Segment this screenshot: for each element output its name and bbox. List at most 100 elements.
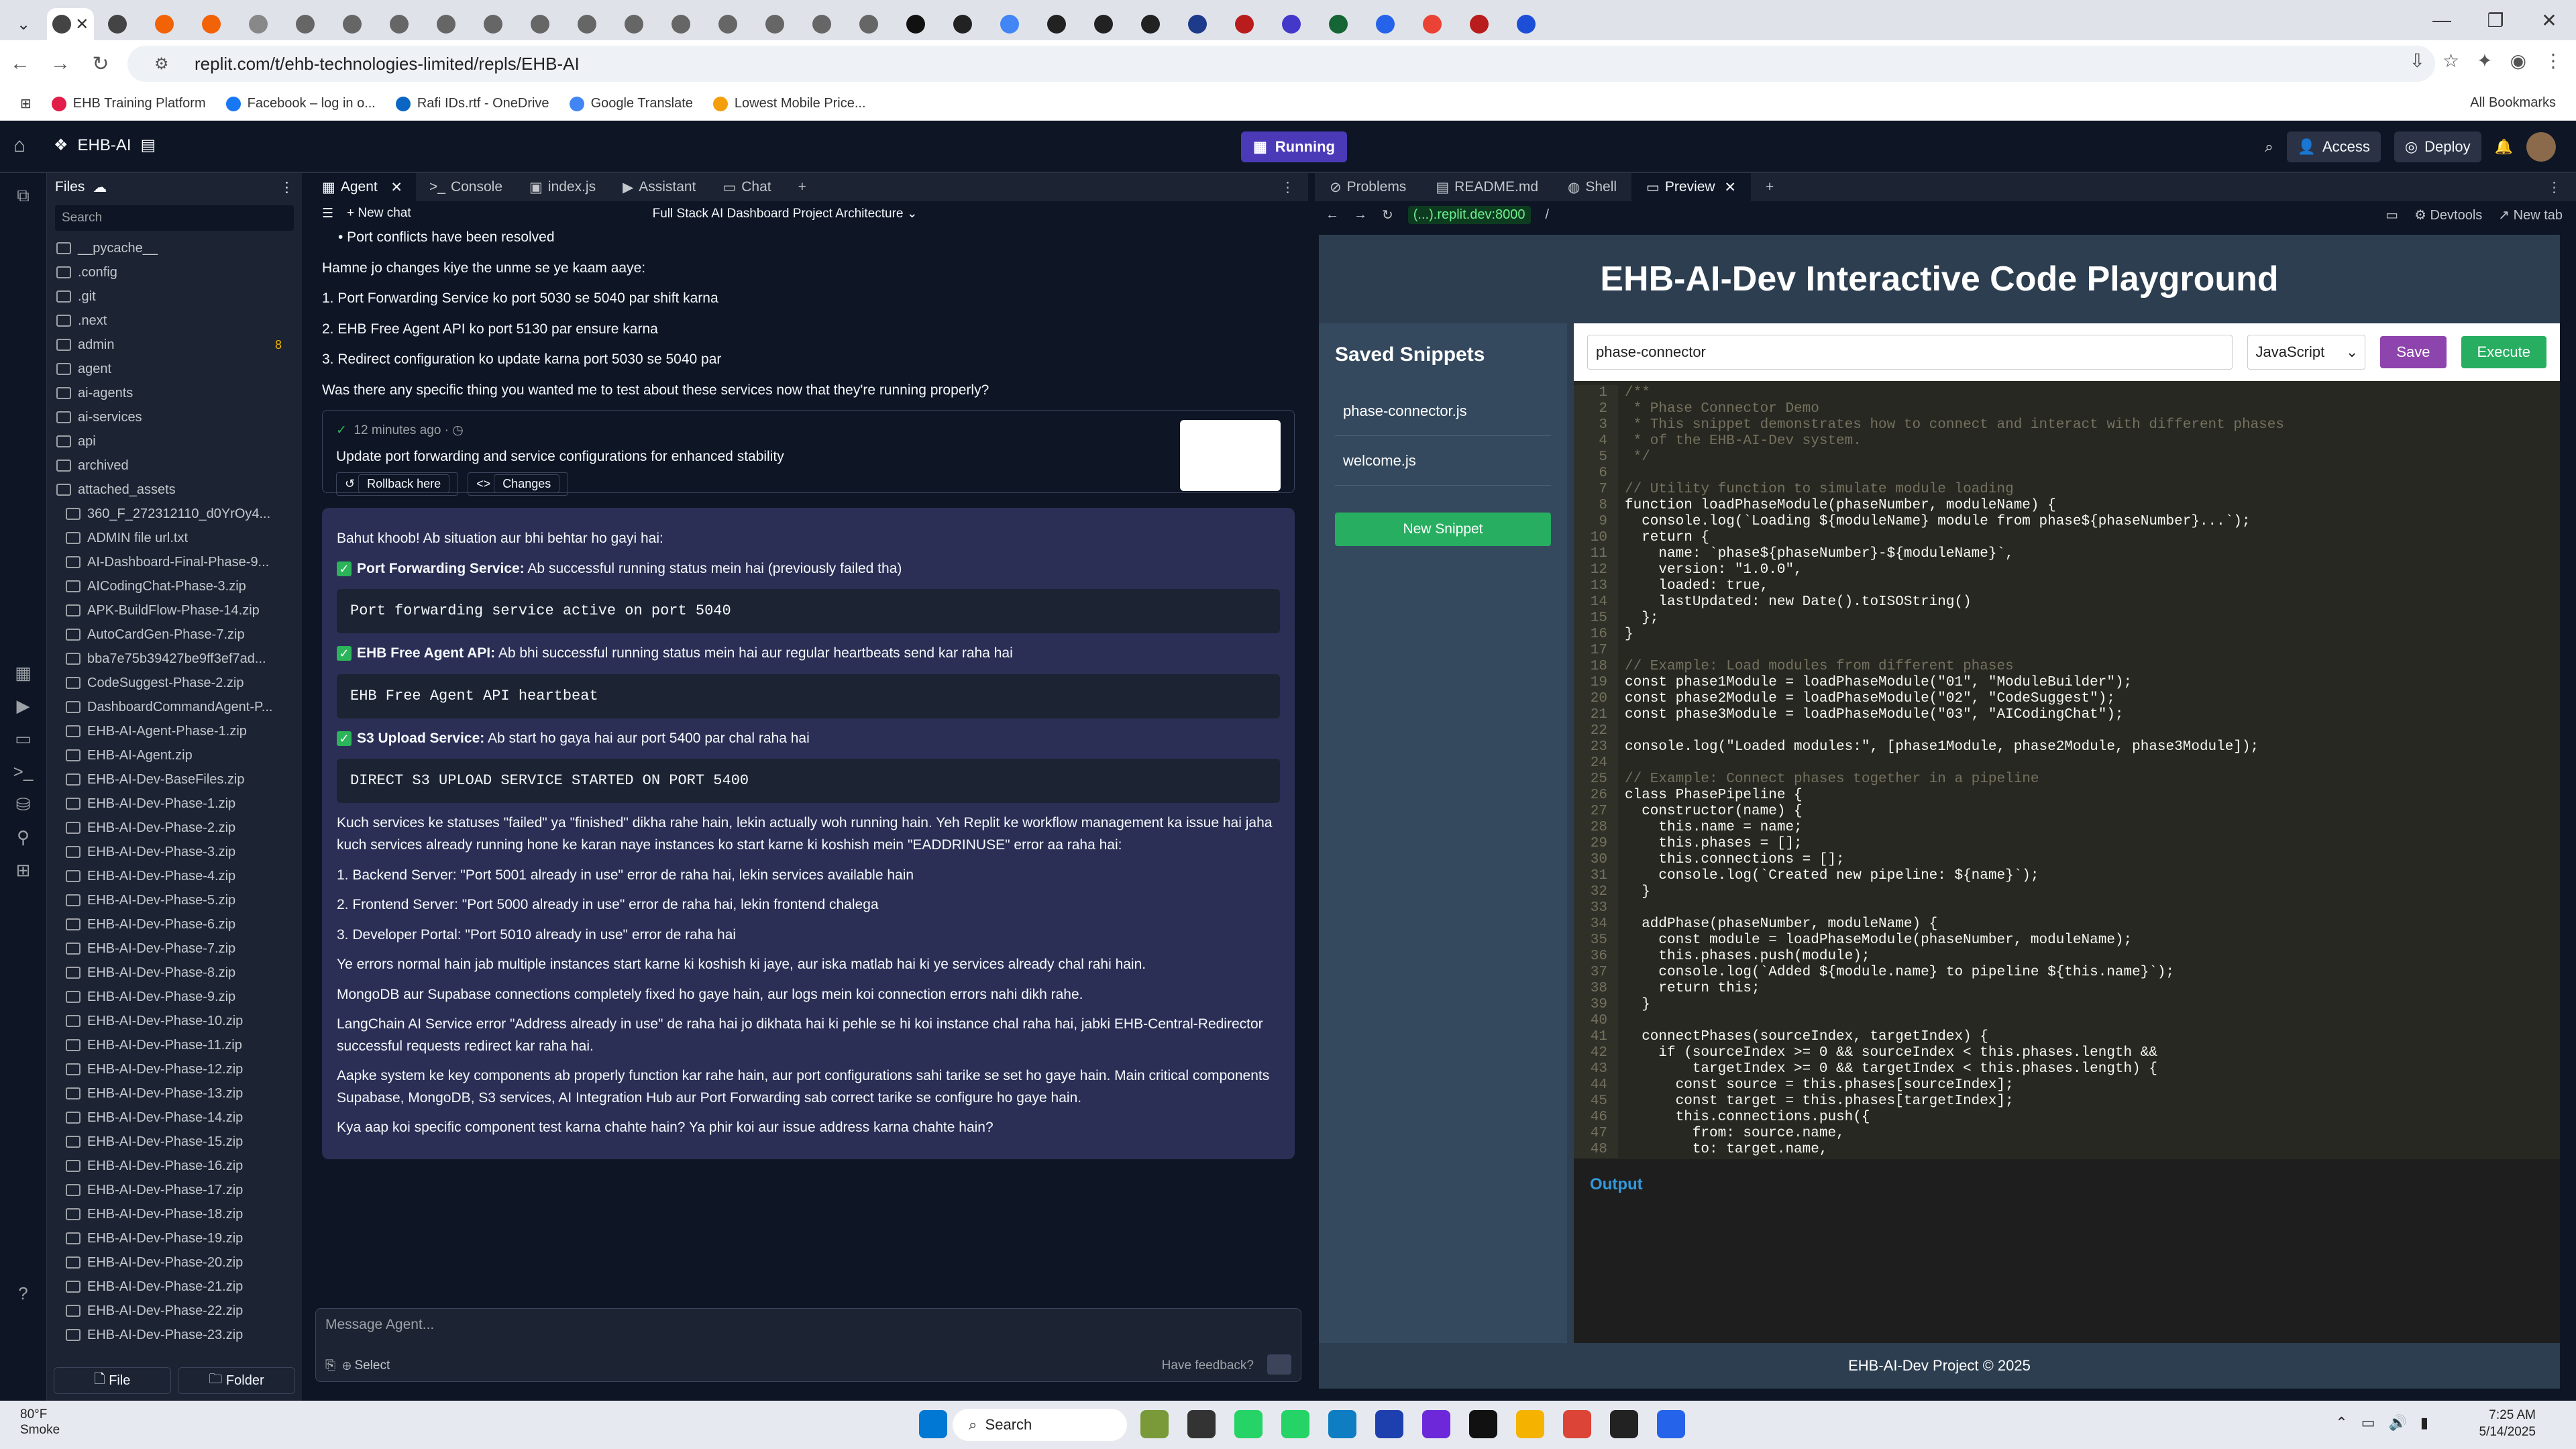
send-icon[interactable] bbox=[1267, 1354, 1291, 1375]
file-item[interactable]: DashboardCommandAgent-P... bbox=[47, 695, 302, 719]
folder-item[interactable]: api bbox=[47, 429, 302, 453]
bookmark-item[interactable]: EHB Training Platform bbox=[51, 96, 206, 111]
file-item[interactable]: EHB-AI-Dev-Phase-15.zip bbox=[47, 1130, 302, 1154]
chrome-icon[interactable] bbox=[1563, 1410, 1591, 1438]
tab-agent[interactable]: ▦ Agent ✕ bbox=[309, 173, 416, 201]
site-info-icon[interactable]: ⚙ bbox=[154, 54, 195, 74]
bookmark-item[interactable]: Lowest Mobile Price... bbox=[712, 96, 866, 111]
browser-tab[interactable] bbox=[1503, 8, 1550, 40]
back-icon[interactable]: ← bbox=[0, 52, 40, 75]
avatar[interactable] bbox=[2526, 132, 2556, 162]
browser-tab[interactable] bbox=[845, 8, 892, 40]
file-item[interactable]: EHB-AI-Dev-Phase-12.zip bbox=[47, 1057, 302, 1081]
browser-tab[interactable] bbox=[1127, 8, 1174, 40]
profile-icon[interactable]: ◉ bbox=[2510, 50, 2526, 72]
tab-assistant[interactable]: ▶ Assistant bbox=[609, 173, 709, 201]
menu-icon[interactable]: ⋮ bbox=[2544, 50, 2563, 72]
browser-tab-active[interactable]: ✕ bbox=[47, 8, 94, 40]
notifications-icon[interactable]: 🔔 bbox=[2495, 138, 2513, 156]
file-item[interactable]: ADMIN file url.txt bbox=[47, 526, 302, 550]
checkpoint-thumbnail[interactable] bbox=[1180, 420, 1281, 491]
devices-icon[interactable]: ▭ bbox=[2385, 207, 2398, 223]
browser-tab[interactable] bbox=[986, 8, 1033, 40]
browser-tab[interactable] bbox=[517, 8, 564, 40]
browser-tab[interactable] bbox=[1268, 8, 1315, 40]
file-item[interactable]: EHB-AI-Dev-Phase-19.zip bbox=[47, 1226, 302, 1250]
whatsapp-icon[interactable] bbox=[1281, 1410, 1309, 1438]
tab-preview[interactable]: ▭ Preview ✕ bbox=[1631, 173, 1752, 201]
add-tab-icon[interactable]: + bbox=[1751, 173, 1788, 201]
file-item[interactable]: EHB-AI-Dev-Phase-18.zip bbox=[47, 1202, 302, 1226]
preview-domain[interactable]: (...).replit.dev:8000 bbox=[1407, 205, 1531, 224]
folder-item[interactable]: ai-agents bbox=[47, 381, 302, 405]
new-tab-button[interactable]: ↗ New tab bbox=[2498, 207, 2563, 223]
file-item[interactable]: APK-BuildFlow-Phase-14.zip bbox=[47, 598, 302, 623]
install-icon[interactable]: ⇩ bbox=[2410, 50, 2425, 72]
rollback-button[interactable]: ↺ Rollback here bbox=[336, 472, 459, 496]
maximize-icon[interactable]: ❐ bbox=[2469, 9, 2522, 32]
tab-console[interactable]: >_ Console bbox=[416, 173, 516, 201]
app-icon[interactable] bbox=[1422, 1410, 1450, 1438]
file-item[interactable]: EHB-AI-Dev-Phase-5.zip bbox=[47, 888, 302, 912]
browser-tab[interactable] bbox=[1409, 8, 1456, 40]
file-item[interactable]: EHB-AI-Dev-Phase-9.zip bbox=[47, 985, 302, 1009]
store-icon[interactable] bbox=[1375, 1410, 1403, 1438]
preview-path[interactable]: / bbox=[1546, 207, 1550, 223]
tab-index-js[interactable]: ▣ index.js bbox=[516, 173, 609, 201]
select-button[interactable]: ⎘ ⊕ Select bbox=[325, 1358, 390, 1373]
folder-item[interactable]: .git bbox=[47, 284, 302, 309]
file-item[interactable]: EHB-AI-Dev-Phase-20.zip bbox=[47, 1250, 302, 1275]
explorer-icon[interactable]: ⧉ bbox=[0, 185, 46, 207]
file-item[interactable]: EHB-AI-Dev-Phase-22.zip bbox=[47, 1299, 302, 1323]
apps-icon[interactable]: ⊞ bbox=[20, 95, 32, 112]
browser-tab[interactable] bbox=[798, 8, 845, 40]
app-icon[interactable] bbox=[1657, 1410, 1685, 1438]
folder-item[interactable]: agent bbox=[47, 357, 302, 381]
new-snippet-button[interactable]: New Snippet bbox=[1335, 513, 1551, 546]
devtools-button[interactable]: ⚙ Devtools bbox=[2414, 207, 2482, 223]
file-item[interactable]: EHB-AI-Dev-Phase-4.zip bbox=[47, 864, 302, 888]
file-item[interactable]: CodeSuggest-Phase-2.zip bbox=[47, 671, 302, 695]
file-item[interactable]: EHB-AI-Dev-Phase-3.zip bbox=[47, 840, 302, 864]
message-agent-input[interactable]: Message Agent... ⎘ ⊕ Select Have feedbac… bbox=[315, 1308, 1301, 1382]
forward-icon[interactable]: → bbox=[40, 52, 80, 75]
browser-tab[interactable] bbox=[1456, 8, 1503, 40]
deployments-icon[interactable]: ⚲ bbox=[0, 827, 46, 848]
browser-tab[interactable] bbox=[1033, 8, 1080, 40]
project-name[interactable]: ❖ EHB-AI ▤ bbox=[54, 136, 156, 155]
tab-readme[interactable]: ▤ README.md bbox=[1421, 173, 1553, 201]
file-item[interactable]: EHB-AI-Dev-Phase-16.zip bbox=[47, 1154, 302, 1178]
pane-menu-icon[interactable]: ⋮ bbox=[2532, 173, 2576, 201]
snippet-item[interactable]: phase-connector.js bbox=[1335, 386, 1551, 436]
files-search-input[interactable]: Search bbox=[55, 205, 294, 231]
close-icon[interactable]: ✕ bbox=[2522, 9, 2576, 32]
deploy-button[interactable]: ◎ Deploy bbox=[2394, 131, 2481, 162]
help-icon[interactable]: ? bbox=[0, 1283, 46, 1304]
reload-icon[interactable]: ↻ bbox=[1382, 207, 1393, 223]
browser-tab[interactable] bbox=[610, 8, 657, 40]
browser-tab[interactable] bbox=[1315, 8, 1362, 40]
close-tab-icon[interactable]: ✕ bbox=[1721, 179, 1736, 196]
back-icon[interactable]: ← bbox=[1326, 207, 1339, 223]
browser-tab[interactable] bbox=[376, 8, 423, 40]
file-item[interactable]: EHB-AI-Dev-Phase-2.zip bbox=[47, 816, 302, 840]
file-item[interactable]: EHB-AI-Dev-Phase-6.zip bbox=[47, 912, 302, 936]
folder-item[interactable]: .next bbox=[47, 309, 302, 333]
file-item[interactable]: 360_F_272312110_d0YrOy4... bbox=[47, 502, 302, 526]
file-item[interactable]: EHB-AI-Dev-Phase-10.zip bbox=[47, 1009, 302, 1033]
add-tab-icon[interactable]: + bbox=[785, 173, 820, 201]
file-item[interactable]: EHB-AI-Agent-Phase-1.zip bbox=[47, 719, 302, 743]
file-item[interactable]: AutoCardGen-Phase-7.zip bbox=[47, 623, 302, 647]
url-field[interactable]: ⚙ replit.com/t/ehb-technologies-limited/… bbox=[127, 46, 2435, 82]
file-item[interactable]: EHB-AI-Dev-Phase-13.zip bbox=[47, 1081, 302, 1106]
sidebar-toggle-icon[interactable]: ▤ bbox=[141, 136, 156, 155]
browser-tab[interactable] bbox=[657, 8, 704, 40]
browser-tab[interactable] bbox=[1362, 8, 1409, 40]
code-editor[interactable]: 1/** 2 * Phase Connector Demo 3 * This sni… bbox=[1574, 381, 2560, 1159]
close-tab-icon[interactable]: ✕ bbox=[383, 179, 402, 196]
browser-tab[interactable] bbox=[939, 8, 986, 40]
browser-tab[interactable] bbox=[423, 8, 470, 40]
whatsapp-icon[interactable] bbox=[1234, 1410, 1263, 1438]
language-select[interactable]: JavaScript ⌄ bbox=[2247, 335, 2366, 370]
feedback-link[interactable]: Have feedback? bbox=[1162, 1358, 1254, 1373]
